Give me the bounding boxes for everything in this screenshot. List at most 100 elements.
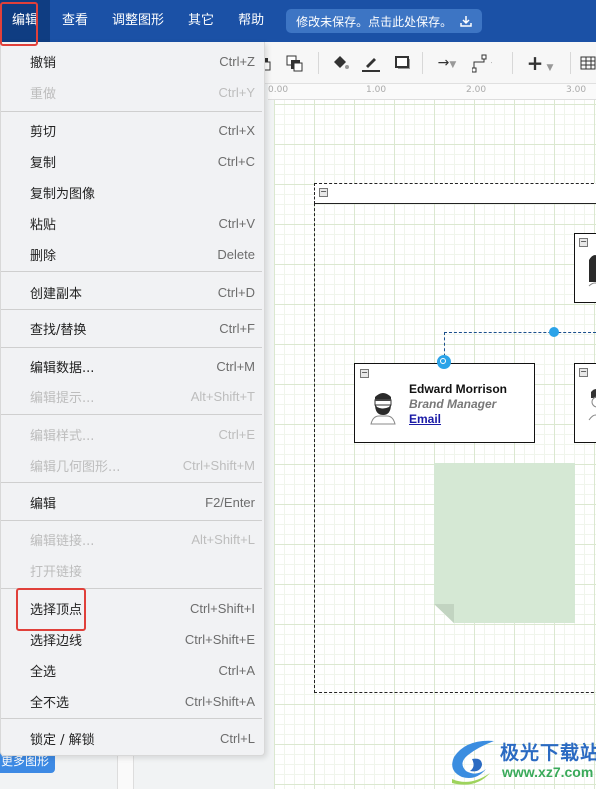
menu-item-find-replace[interactable]: 查找/替换 Ctrl+F <box>1 314 264 342</box>
connection-point-handle[interactable] <box>437 355 451 369</box>
menu-item-label: 复制 <box>30 155 57 171</box>
menubar: 编辑 查看 调整图形 其它 帮助 修改未保存。点击此处保存。 <box>0 0 596 42</box>
menu-item-undo[interactable]: 撤销 Ctrl+Z <box>1 47 264 75</box>
menu-edit[interactable]: 编辑 <box>0 0 51 42</box>
connection-style-dropdown[interactable]: →▼ <box>432 53 462 73</box>
menu-item-label: 编辑数据... <box>30 360 95 376</box>
table-icon[interactable] <box>580 53 596 73</box>
to-front-icon[interactable] <box>285 53 305 73</box>
menu-item-copy[interactable]: 复制 Ctrl+C <box>1 147 264 175</box>
menu-separator <box>1 520 262 521</box>
menu-item-duplicate[interactable]: 创建副本 Ctrl+D <box>1 278 264 306</box>
menu-item-shortcut: Ctrl+Shift+E <box>184 631 255 647</box>
watermark-title: 极光下载站 <box>500 742 596 764</box>
menu-item-label: 打开链接 <box>30 564 83 580</box>
shadow-icon[interactable] <box>393 53 413 73</box>
menu-item-label: 撤销 <box>30 55 57 71</box>
menu-item-shortcut: Ctrl+Z <box>219 53 255 69</box>
menu-item-shortcut: Ctrl+Shift+I <box>189 600 255 616</box>
ruler-tick: 3.00 <box>566 85 587 95</box>
menu-separator <box>1 414 262 415</box>
menu-arrange[interactable]: 调整图形 <box>100 0 176 42</box>
menu-view[interactable]: 查看 <box>50 0 100 42</box>
org-card-edward-morrison[interactable]: − Edward Morrison Brand Manager Email <box>354 363 535 443</box>
menu-item-shortcut: Ctrl+X <box>218 122 255 138</box>
menu-item-shortcut: Ctrl+Shift+A <box>184 693 255 709</box>
ruler-tick: 2.00 <box>466 85 487 95</box>
menu-item-label: 删除 <box>30 248 57 264</box>
menu-help[interactable]: 帮助 <box>226 0 276 42</box>
avatar-male-icon <box>588 389 596 421</box>
collapse-icon[interactable]: − <box>579 238 588 247</box>
menu-item-open-link: 打开链接 <box>1 556 264 584</box>
menu-separator <box>1 718 262 719</box>
save-notice-text: 修改未保存。点击此处保存。 <box>296 14 453 29</box>
avatar-bearded-man-icon <box>370 393 396 425</box>
menu-item-edit[interactable]: 编辑 F2/Enter <box>1 488 264 516</box>
menu-item-shortcut: Ctrl+L <box>219 730 255 746</box>
horizontal-ruler: 0.00 1.00 2.00 3.00 <box>268 84 596 100</box>
menu-item-edit-data[interactable]: 编辑数据... Ctrl+M <box>1 352 264 380</box>
menu-item-label: 复制为图像 <box>30 186 96 202</box>
org-card-right[interactable]: − <box>574 363 596 443</box>
menu-item-select-vertices[interactable]: 选择顶点 Ctrl+Shift+I <box>1 594 264 622</box>
edit-menu-dropdown: 撤销 Ctrl+Z 重做 Ctrl+Y 剪切 Ctrl+X 复制 Ctrl+C 复制为图… <box>0 42 265 756</box>
menu-item-label: 编辑链接... <box>30 533 95 549</box>
menu-item-edit-link: 编辑链接... Alt+Shift+L <box>1 525 264 553</box>
download-icon <box>460 16 472 27</box>
line-color-icon[interactable] <box>360 53 380 73</box>
card-email-link[interactable]: Email <box>409 412 441 426</box>
menu-extras[interactable]: 其它 <box>176 0 226 42</box>
collapse-icon[interactable]: − <box>360 369 369 378</box>
menu-item-shortcut: Ctrl+D <box>217 284 255 300</box>
menu-item-label: 创建副本 <box>30 286 83 302</box>
menu-item-select-none[interactable]: 全不选 Ctrl+Shift+A <box>1 687 264 715</box>
menu-item-copy-as-image[interactable]: 复制为图像 <box>1 178 264 206</box>
menu-item-delete[interactable]: 删除 Delete <box>1 240 264 268</box>
menu-separator <box>1 347 262 348</box>
menu-item-select-all[interactable]: 全选 Ctrl+A <box>1 656 264 684</box>
menu-item-select-edges[interactable]: 选择边线 Ctrl+Shift+E <box>1 625 264 653</box>
unsaved-changes-button[interactable]: 修改未保存。点击此处保存。 <box>286 9 483 33</box>
watermark: 极光下载站 www.xz7.com <box>440 735 596 789</box>
menu-item-label: 编辑样式... <box>30 428 95 444</box>
edge-handle[interactable] <box>549 327 559 337</box>
menu-item-shortcut: Ctrl+V <box>218 215 255 231</box>
collapse-icon[interactable]: − <box>579 368 588 377</box>
toolbar-separator <box>422 52 423 74</box>
menu-separator <box>1 271 262 272</box>
ruler-tick: 0.00 <box>268 85 289 95</box>
ruler-tick: 1.00 <box>366 85 387 95</box>
fill-color-icon[interactable] <box>330 53 350 73</box>
org-card-top[interactable]: − <box>574 233 596 303</box>
menu-item-shortcut: Alt+Shift+T <box>190 388 255 404</box>
menu-item-cut[interactable]: 剪切 Ctrl+X <box>1 116 264 144</box>
toolbar-separator <box>570 52 571 74</box>
waypoints-dropdown[interactable] <box>472 53 492 73</box>
menu-item-redo: 重做 Ctrl+Y <box>1 78 264 106</box>
menu-item-paste[interactable]: 粘贴 Ctrl+V <box>1 209 264 237</box>
menu-item-shortcut: Alt+Shift+L <box>191 531 255 547</box>
menu-item-label: 编辑提示... <box>30 390 95 406</box>
avatar-female-icon <box>588 255 596 287</box>
container-header[interactable] <box>314 183 596 204</box>
menu-item-label: 选择边线 <box>30 633 83 649</box>
menu-item-label: 查找/替换 <box>30 322 87 338</box>
menu-item-shortcut: Ctrl+Shift+M <box>182 457 255 473</box>
insert-dropdown[interactable]: + ▼ <box>524 53 556 73</box>
watermark-url: www.xz7.com <box>502 764 594 780</box>
collapse-icon[interactable]: − <box>319 188 328 197</box>
menu-item-edit-geometry: 编辑几何图形... Ctrl+Shift+M <box>1 451 264 479</box>
menu-separator <box>1 111 262 112</box>
menu-item-label: 剪切 <box>30 124 57 140</box>
menu-separator <box>1 588 262 589</box>
connector-edge[interactable] <box>444 332 596 333</box>
note-shape[interactable] <box>434 463 575 623</box>
card-name: Edward Morrison <box>409 382 508 396</box>
menu-item-shortcut: Ctrl+M <box>216 358 255 374</box>
menu-item-shortcut: Ctrl+C <box>217 153 255 169</box>
menu-item-label: 锁定 / 解锁 <box>30 732 95 748</box>
menu-item-shortcut: Ctrl+E <box>218 426 255 442</box>
watermark-logo-icon <box>452 740 494 785</box>
menu-item-lock-unlock[interactable]: 锁定 / 解锁 Ctrl+L <box>1 724 264 752</box>
